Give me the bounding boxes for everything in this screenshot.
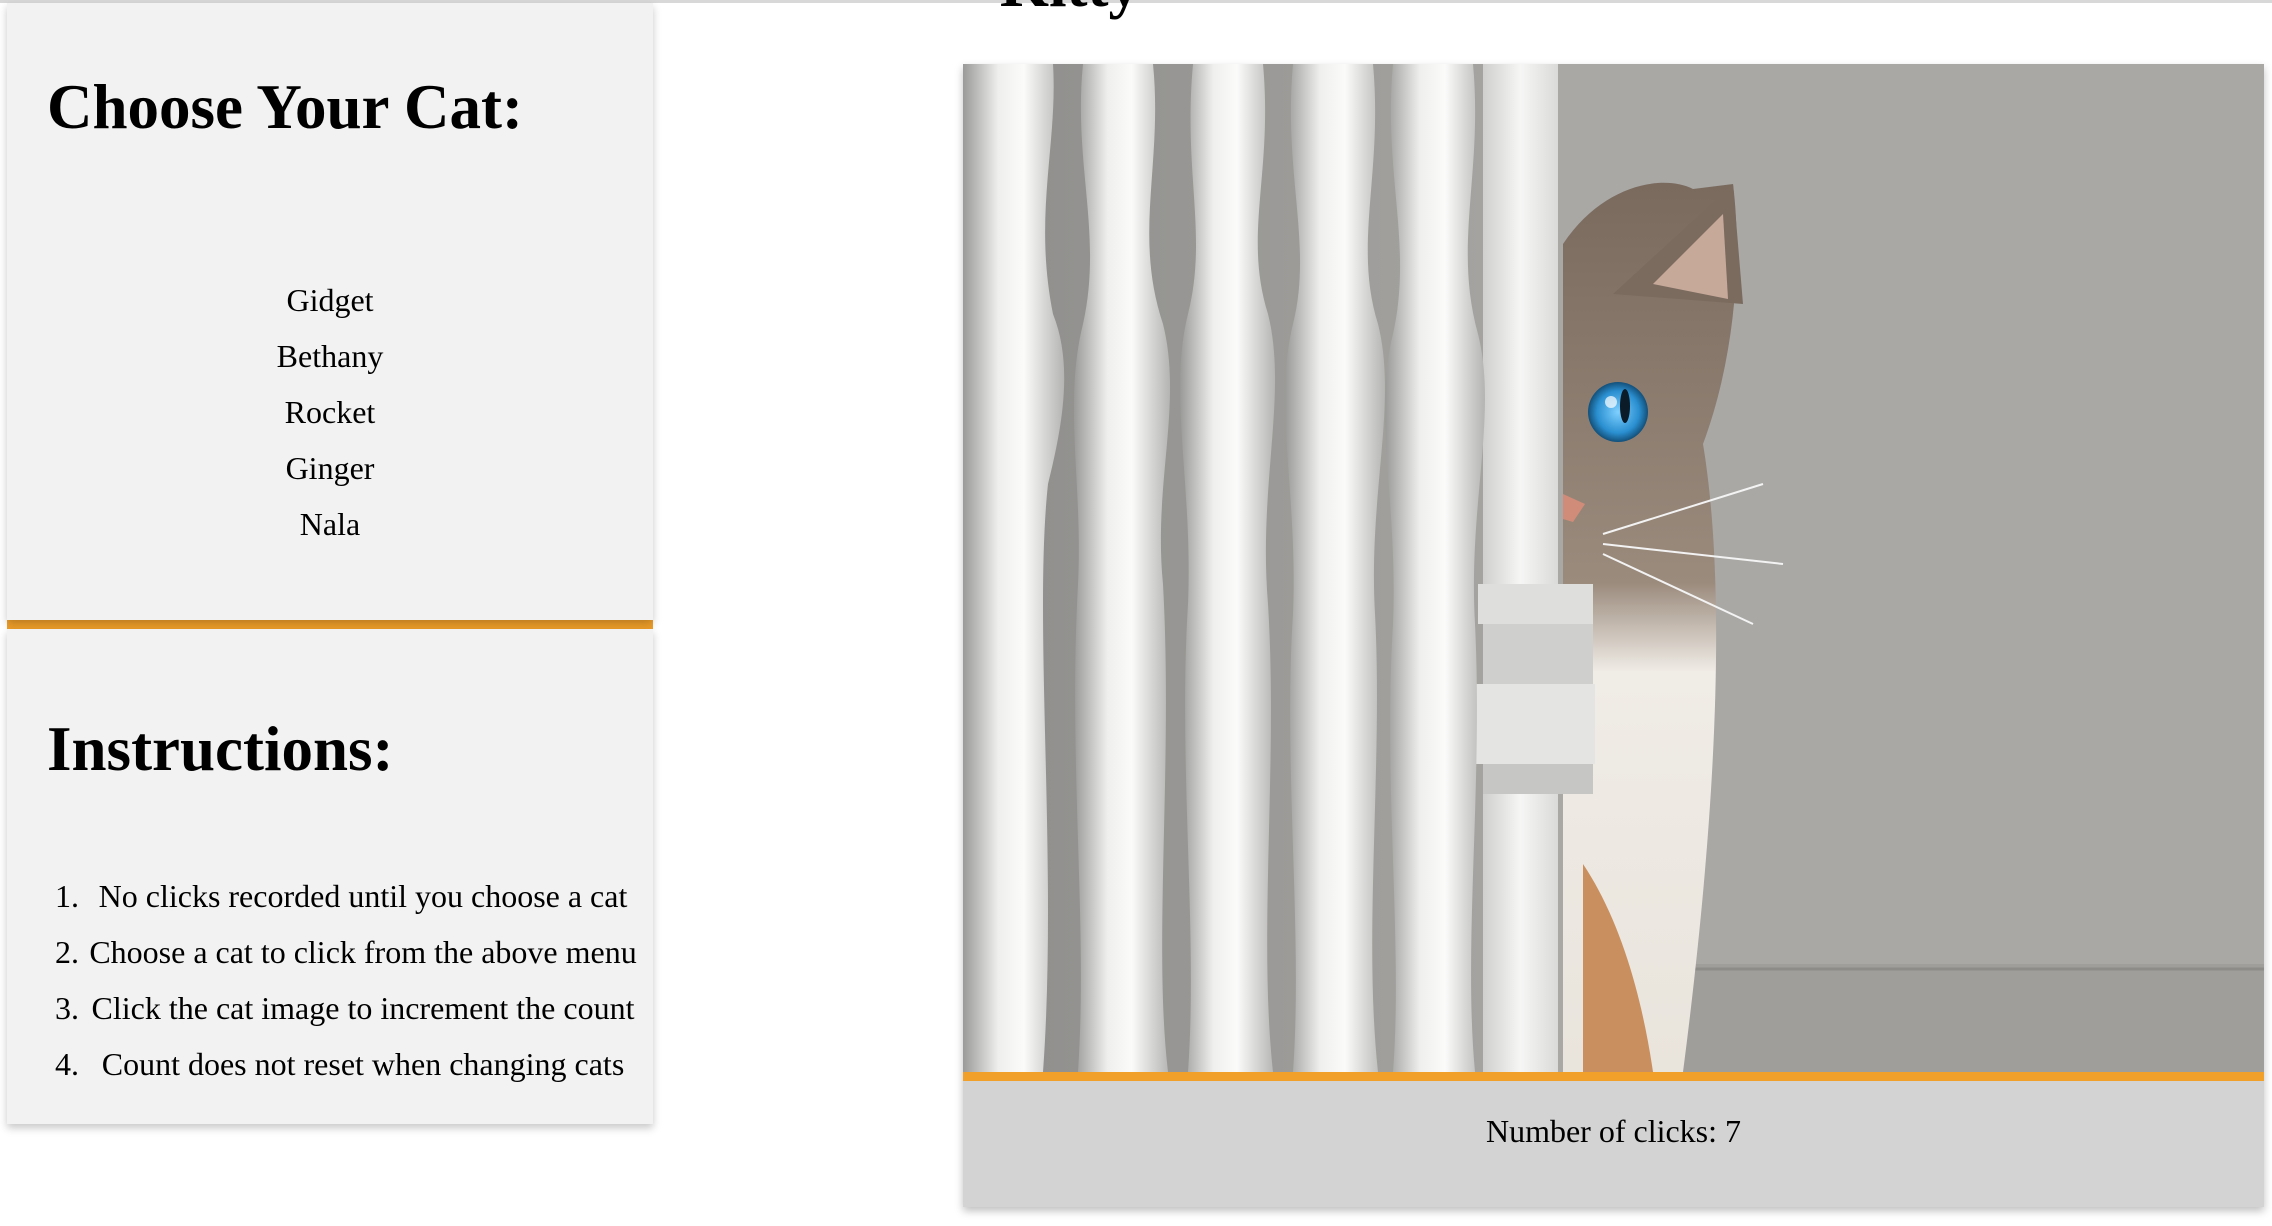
click-counter: Number of clicks: 7 — [963, 1081, 2264, 1207]
sidebar: Choose Your Cat: Gidget Bethany Rocket G… — [7, 3, 653, 1124]
instruction-number: 2. — [55, 934, 79, 970]
instructions-panel: Instructions: 1. No clicks recorded unti… — [7, 629, 653, 1124]
instruction-number: 4. — [55, 1046, 79, 1082]
cat-item-nala[interactable]: Nala — [7, 496, 653, 552]
cat-item-bethany[interactable]: Bethany — [7, 328, 653, 384]
instruction-text: No clicks recorded until you choose a ca… — [98, 878, 628, 914]
instruction-text: Click the cat image to increment the cou… — [91, 990, 635, 1026]
cat-item-gidget[interactable]: Gidget — [7, 272, 653, 328]
cat-list: Gidget Bethany Rocket Ginger Nala — [7, 272, 653, 552]
instruction-text: Choose a cat to click from the above men… — [89, 934, 637, 970]
instruction-item: 4. Count does not reset when changing ca… — [7, 1036, 653, 1092]
instruction-item: 1. No clicks recorded until you choose a… — [7, 868, 653, 924]
counter-divider — [963, 1072, 2264, 1081]
cat-menu-panel: Choose Your Cat: Gidget Bethany Rocket G… — [7, 3, 653, 620]
instruction-item: 3. Click the cat image to increment the … — [7, 980, 653, 1036]
instructions-title: Instructions: — [47, 714, 394, 784]
cat-photo[interactable] — [963, 64, 2264, 1072]
cat-item-rocket[interactable]: Rocket — [7, 384, 653, 440]
sidebar-divider — [7, 620, 653, 629]
instructions-list: 1. No clicks recorded until you choose a… — [7, 868, 653, 1092]
instruction-text: Count does not reset when changing cats — [101, 1046, 625, 1082]
menu-title: Choose Your Cat: — [47, 72, 524, 142]
click-counter-label: Number of clicks: — [1485, 1113, 1718, 1149]
cat-card: Number of clicks: 7 — [963, 64, 2264, 1207]
click-count-value: 7 — [1725, 1113, 1742, 1149]
instruction-number: 3. — [55, 990, 79, 1026]
cat-item-ginger[interactable]: Ginger — [7, 440, 653, 496]
instruction-item: 2. Choose a cat to click from the above … — [7, 924, 653, 980]
instruction-number: 1. — [55, 878, 79, 914]
page-heading: Kitty — [1000, 0, 1140, 17]
